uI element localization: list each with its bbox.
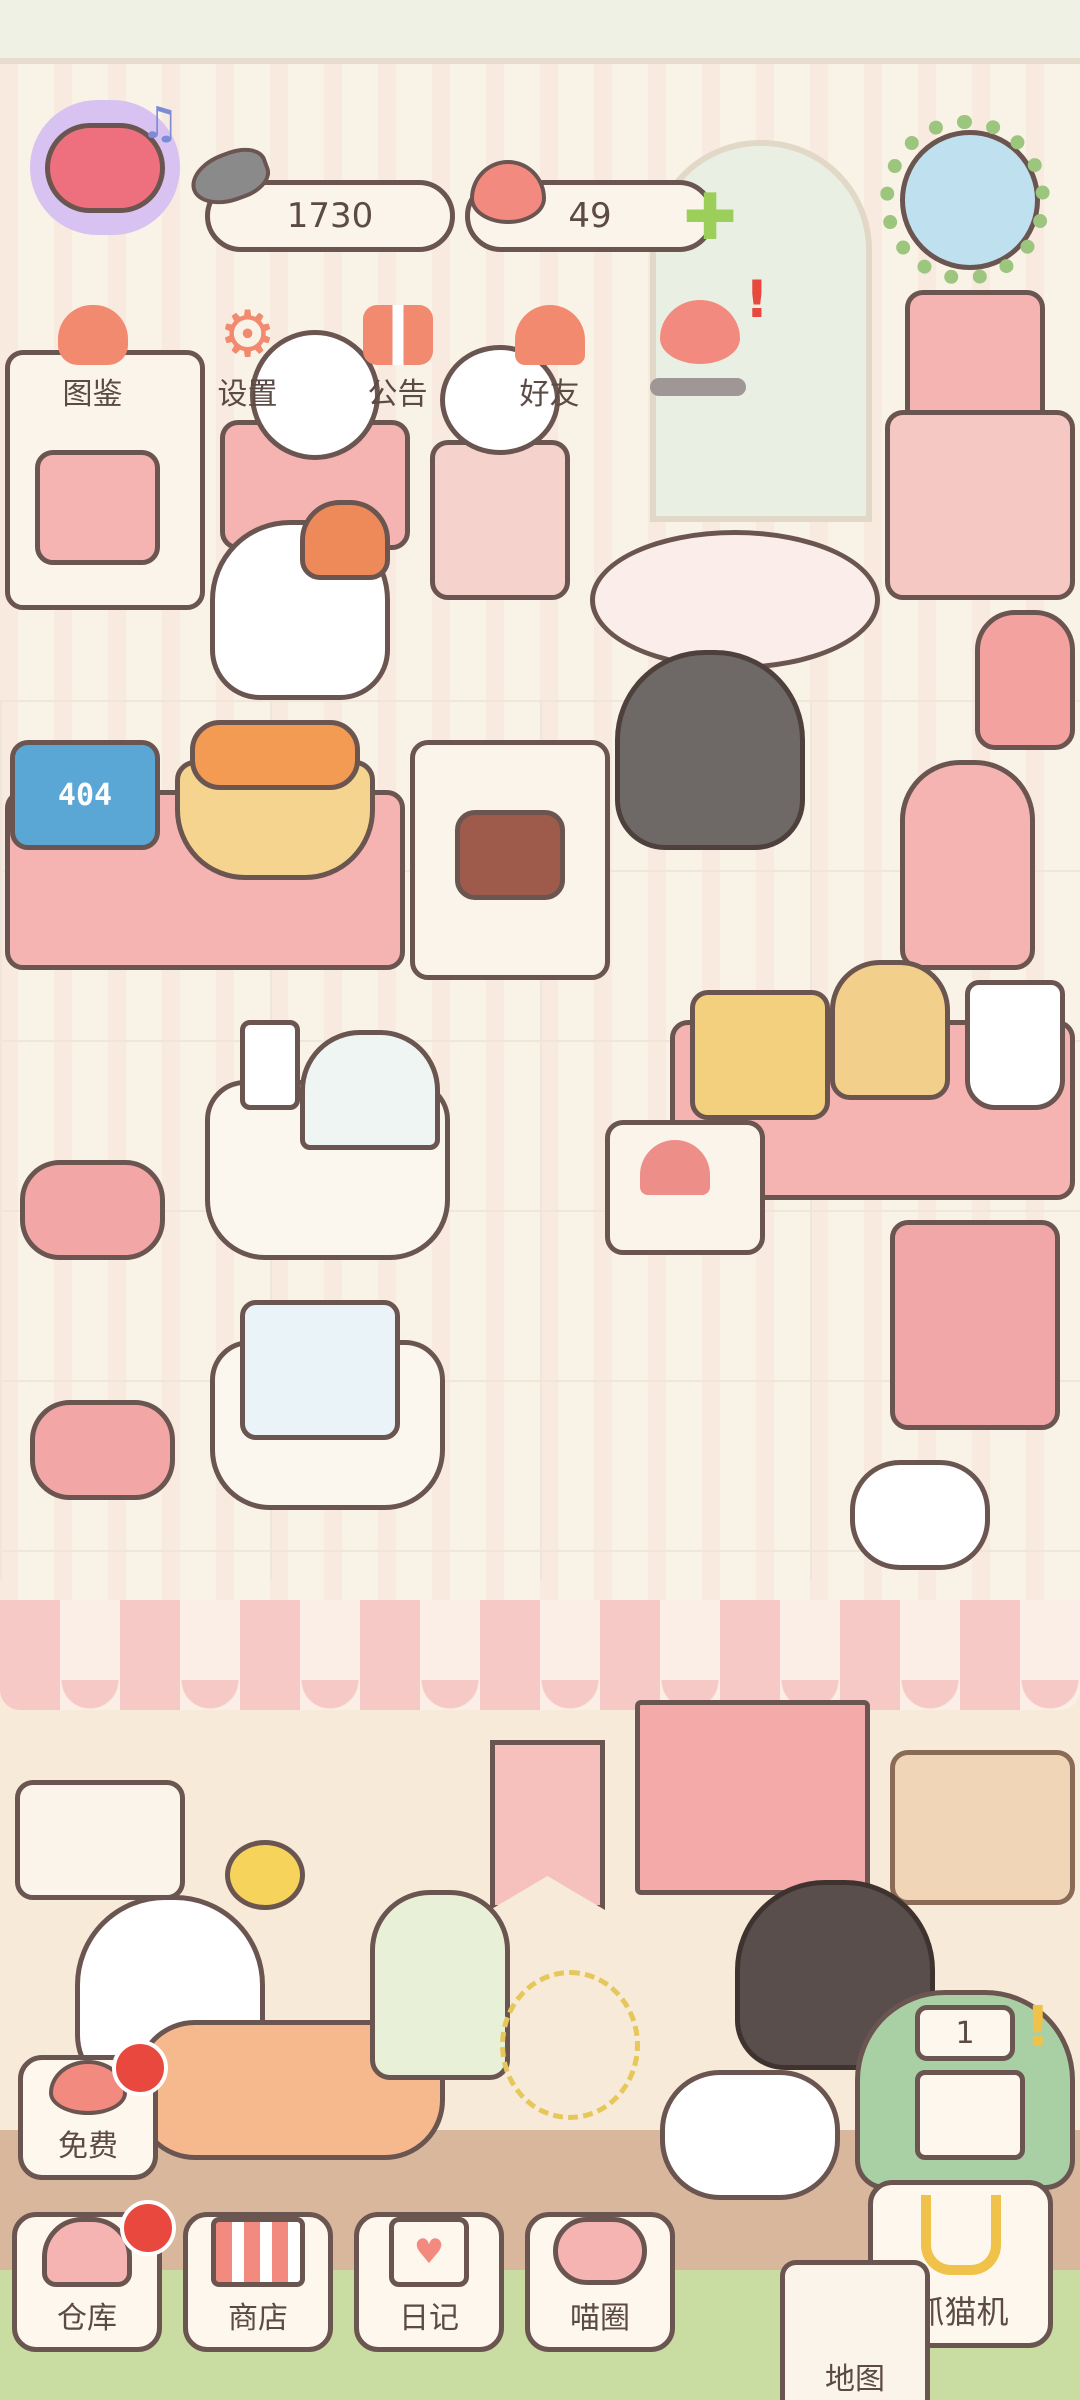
sparkler-flowers [500, 1970, 640, 2120]
white-bunny[interactable] [850, 1460, 990, 1570]
laptop[interactable]: 404 [10, 740, 160, 850]
carrots-pumpkin [190, 720, 360, 790]
shop-icon [211, 2217, 305, 2287]
free-label: 免费 [58, 2129, 118, 2164]
nav-diary-label: 日记 [399, 2301, 459, 2336]
heart-currency-value: 49 [568, 196, 612, 236]
kitchen-scale[interactable] [690, 990, 830, 1120]
noren-curtain[interactable] [635, 1700, 870, 1895]
octopus-hat [300, 500, 390, 580]
milk-cartons [240, 1300, 400, 1440]
macaron-tower[interactable] [830, 960, 950, 1100]
bistro-chair-2[interactable] [30, 1400, 175, 1500]
pink-chair[interactable] [900, 760, 1035, 970]
event-progress-bar [650, 378, 746, 396]
menu-friends[interactable]: 好友 [502, 305, 597, 413]
wall-top-trim [0, 0, 1080, 64]
friends-icon [514, 305, 585, 365]
broken-heart-icon [660, 300, 740, 364]
nav-diary[interactable]: ♥ 日记 [354, 2212, 504, 2352]
paw-cushion[interactable] [660, 2070, 840, 2200]
menu-announcement[interactable]: 公告 [350, 305, 445, 413]
framed-portrait[interactable] [890, 1750, 1075, 1905]
yellow-bird[interactable] [225, 1840, 305, 1910]
flower-garland [880, 115, 1050, 285]
fish-currency-value: 1730 [286, 196, 374, 236]
diary-icon: ♥ [389, 2217, 469, 2287]
claw-icon [920, 2195, 1001, 2275]
calendar-note[interactable] [35, 450, 160, 565]
music-note-icon[interactable]: ♫ [140, 98, 179, 149]
heart-event-button[interactable] [650, 300, 750, 400]
pink-cabinet-right[interactable] [885, 410, 1075, 600]
menu-settings[interactable]: ⚙ 设置 [200, 298, 295, 413]
cake-dome [300, 1030, 440, 1150]
menu-friends-label: 好友 [519, 377, 580, 412]
nav-cat-circle[interactable]: 喵圈 [525, 2212, 675, 2352]
alert-exclamation-icon: ! [745, 270, 769, 330]
slot-counter-value: 1 [955, 2015, 975, 2051]
gift-icon [362, 305, 433, 365]
bistro-chair-1[interactable] [20, 1160, 165, 1260]
free-notification-dot [112, 2040, 168, 2096]
nav-cat-circle-label: 喵圈 [570, 2301, 630, 2336]
map-signpost[interactable]: 地图 [780, 2260, 930, 2400]
chocolate-cake [455, 810, 565, 900]
gear-icon: ⚙ [218, 298, 277, 372]
slot-reels [915, 2070, 1025, 2160]
menu-catalog[interactable]: 图鉴 [45, 305, 140, 413]
nav-shop-label: 商店 [228, 2301, 288, 2336]
grey-cat[interactable] [615, 650, 805, 850]
flower-pot[interactable] [975, 610, 1075, 750]
catalog-cat-icon [57, 305, 128, 365]
awning-scallop [0, 1680, 1080, 1720]
cat-planet-icon [553, 2217, 647, 2285]
coffee-cup[interactable] [965, 980, 1065, 1110]
storage-notification-dot [120, 2200, 176, 2256]
map-label: 地图 [825, 2362, 885, 2397]
laptop-screen-text: 404 [57, 777, 113, 813]
slot-counter: 1 [915, 2005, 1015, 2061]
candle [240, 1020, 300, 1110]
flower-sign[interactable] [15, 1780, 185, 1900]
storage-icon [42, 2217, 132, 2287]
ice-cream-cart[interactable] [890, 1220, 1060, 1430]
menu-catalog-label: 图鉴 [62, 377, 123, 412]
slot-exclamation-icon: ! [1025, 1995, 1051, 2060]
nav-storage-label: 仓库 [57, 2301, 117, 2336]
menu-announcement-label: 公告 [367, 377, 428, 412]
small-drawer[interactable] [430, 440, 570, 600]
calla-lilies[interactable] [370, 1890, 510, 2080]
add-currency-button[interactable]: ✚ [680, 186, 740, 250]
round-rug [590, 530, 880, 670]
menu-settings-label: 设置 [217, 377, 278, 412]
nav-shop[interactable]: 商店 [183, 2212, 333, 2352]
